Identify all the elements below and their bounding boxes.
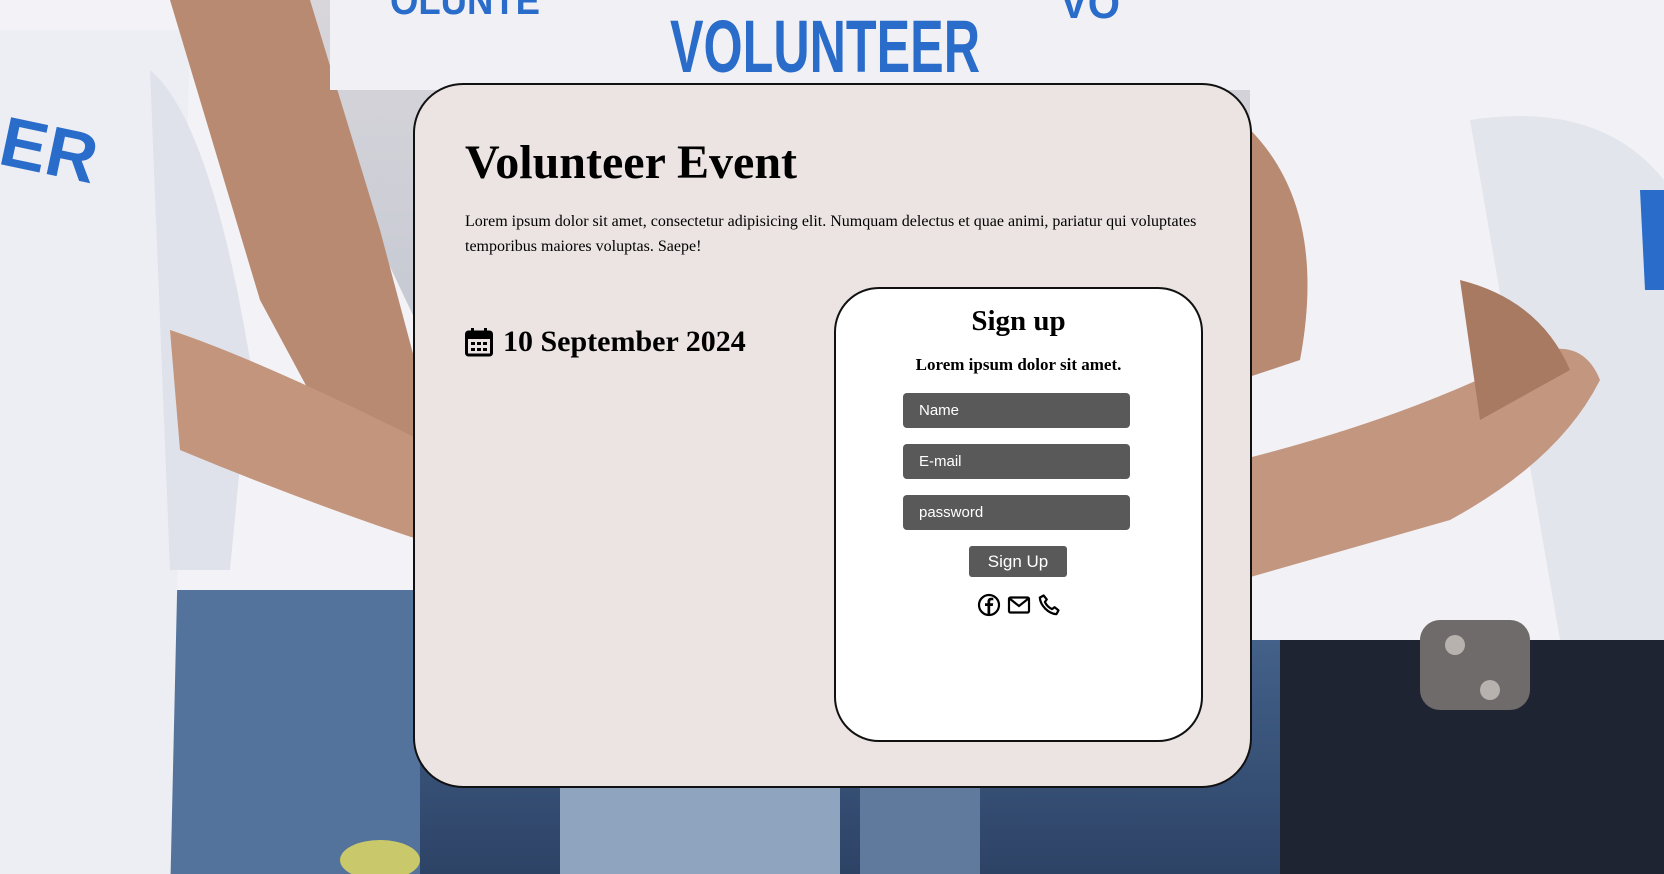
page-title: Volunteer Event bbox=[465, 136, 798, 189]
name-field[interactable] bbox=[903, 393, 1130, 428]
svg-text:OLUNTE: OLUNTE bbox=[390, 0, 540, 23]
mail-icon[interactable] bbox=[1007, 593, 1031, 617]
password-field[interactable] bbox=[903, 495, 1130, 530]
event-description: Lorem ipsum dolor sit amet, consectetur … bbox=[465, 213, 1197, 255]
facebook-icon[interactable] bbox=[977, 593, 1001, 617]
signup-button[interactable]: Sign Up bbox=[969, 546, 1067, 577]
event-date-text: 10 September 2024 bbox=[503, 325, 746, 358]
svg-text:VO: VO bbox=[1060, 0, 1120, 28]
signup-title: Sign up bbox=[971, 305, 1066, 337]
signup-subtitle: Lorem ipsum dolor sit amet. bbox=[915, 355, 1122, 374]
event-date: 10 September 2024 bbox=[465, 325, 746, 359]
phone-icon[interactable] bbox=[1037, 593, 1061, 617]
signup-panel: Sign up Lorem ipsum dolor sit amet. Sign… bbox=[834, 287, 1203, 742]
shirt-print-center: VOLUNTEER bbox=[670, 5, 980, 88]
event-card: Volunteer Event Lorem ipsum dolor sit am… bbox=[413, 83, 1252, 788]
social-links bbox=[836, 593, 1201, 617]
email-field[interactable] bbox=[903, 444, 1130, 479]
calendar-icon bbox=[465, 327, 493, 357]
